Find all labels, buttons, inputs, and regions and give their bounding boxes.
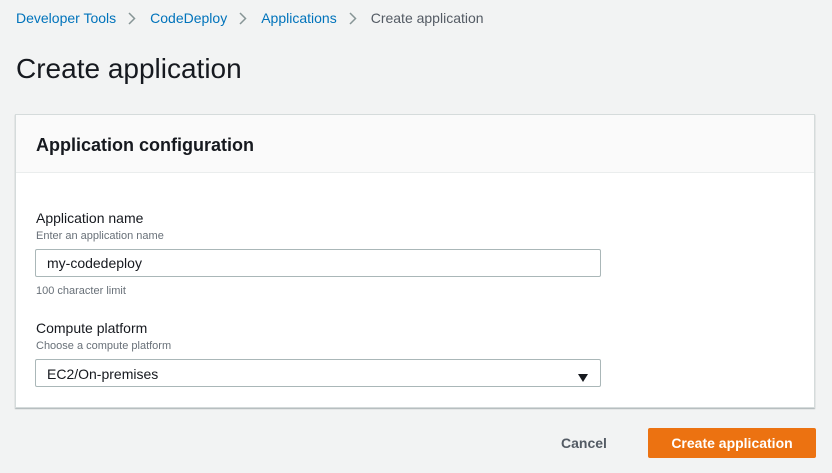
panel-header: Application configuration [16, 115, 814, 173]
breadcrumb-codedeploy[interactable]: CodeDeploy [150, 10, 227, 26]
create-application-button[interactable]: Create application [648, 428, 816, 458]
breadcrumb: Developer Tools CodeDeploy Applications … [16, 9, 484, 27]
compute-platform-label: Compute platform [36, 320, 148, 336]
page-title: Create application [16, 53, 242, 84]
chevron-right-icon [337, 11, 371, 25]
application-name-description: Enter an application name [36, 230, 164, 242]
compute-platform-select[interactable]: EC2/On-premises [35, 359, 601, 387]
application-name-input[interactable] [35, 249, 601, 277]
caret-down-icon [578, 369, 588, 387]
cancel-button[interactable]: Cancel [550, 429, 618, 457]
breadcrumb-current: Create application [370, 10, 484, 26]
compute-platform-description: Choose a compute platform [36, 340, 172, 352]
compute-platform-selected-value: EC2/On-premises [47, 366, 159, 382]
chevron-right-icon [227, 11, 261, 25]
application-name-constraint: 100 character limit [36, 285, 126, 297]
breadcrumb-developer-tools[interactable]: Developer Tools [16, 10, 116, 26]
application-name-label: Application name [36, 210, 144, 226]
application-configuration-panel: Application configuration Application na… [15, 114, 815, 408]
chevron-right-icon [116, 11, 150, 25]
breadcrumb-applications[interactable]: Applications [261, 10, 337, 26]
panel-title: Application configuration [36, 135, 254, 155]
